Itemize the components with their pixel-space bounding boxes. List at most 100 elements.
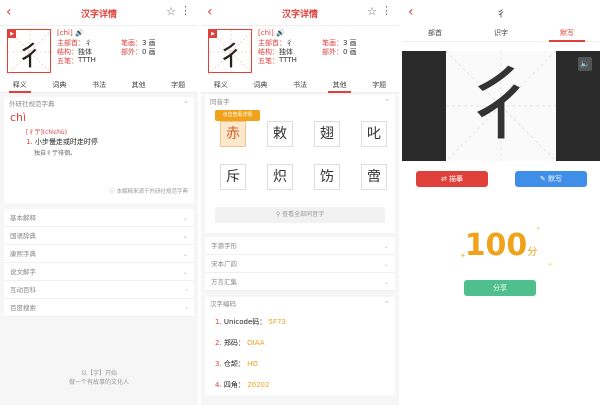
tab-quiz[interactable]: 字题 <box>359 78 399 92</box>
write-button[interactable]: ✎ 默写 <box>515 171 587 187</box>
tab-dictation[interactable]: 默写 <box>534 26 600 42</box>
code-head[interactable]: 汉字编码 ⌃ <box>205 297 395 311</box>
tab-dictionary[interactable]: 词典 <box>241 78 281 92</box>
homophone-item[interactable]: 饬 <box>314 164 340 190</box>
tab-quiz[interactable]: 字题 <box>158 78 198 92</box>
code-card: 汉字编码 ⌃ 1. Unicode码： 5F73 2. 郑码： OIAA 3. 仓… <box>205 297 395 395</box>
speaker-icon[interactable]: 🔊 <box>75 29 84 37</box>
share-button[interactable]: 分享 <box>464 280 536 296</box>
source-note: ⓘ 本解释来源于外研社规范字典 <box>109 187 188 195</box>
other-value: 0 画 <box>343 48 357 56</box>
star-icon[interactable]: ☆ <box>367 5 377 18</box>
dict-section-head[interactable]: 外研社规范字典 ⌃ <box>4 97 194 111</box>
tab-explanation[interactable]: 释义 <box>0 78 40 93</box>
homophone-item[interactable]: 叱 <box>361 121 387 147</box>
other-value: 0 画 <box>142 48 156 56</box>
strokes-value: 3 画 <box>142 39 156 47</box>
tab-calligraphy[interactable]: 书法 <box>79 78 119 92</box>
wubi-label: 五笔： <box>258 57 279 65</box>
tab-bar: 释义 词典 书法 其他 字题 <box>201 78 399 93</box>
code-label: 仓颉： <box>223 360 245 368</box>
writing-area[interactable]: 彳 🔈 <box>402 50 600 162</box>
code-row: 4. 四角： 20202 <box>215 380 395 401</box>
section-guoyu[interactable]: 国语辞典 ⌄ <box>4 227 194 245</box>
pinyin-text: [chì] <box>258 29 274 37</box>
section-kangxi[interactable]: 康熙字典 ⌄ <box>4 245 194 263</box>
definition: 小步慢走或时走时停 <box>34 138 98 146</box>
tab-other[interactable]: 其他 <box>119 78 159 92</box>
footer: 以【字】开始 做一个有故事的文化人 <box>0 368 198 386</box>
char-box[interactable]: 彳 ▶ <box>208 29 253 74</box>
example: 独自彳亍徘徊。 <box>34 150 77 157</box>
code-list: 1. Unicode码： 5F73 2. 郑码： OIAA 3. 仓颉： HO … <box>205 311 395 401</box>
radical-value: 彳 <box>286 39 293 47</box>
panel-dictation: ‹ 彳 部首 识字 默写 彳 🔈 ⇄ 描摹 ✎ 默写 100分 ✦ ✦ ✦ 分享 <box>402 0 600 405</box>
homophone-title: 同音字 <box>210 98 230 106</box>
source-text: 本解释来源于外研社规范字典 <box>116 189 188 195</box>
homophone-item[interactable]: 敕 <box>267 121 293 147</box>
more-icon[interactable]: ⋮ <box>180 4 191 17</box>
tab-learn[interactable]: 识字 <box>468 26 534 41</box>
speaker-icon[interactable]: 🔈 <box>578 57 592 71</box>
star-icon[interactable]: ☆ <box>166 5 176 18</box>
tab-explanation[interactable]: 释义 <box>201 78 241 92</box>
section-baidu[interactable]: 百度搜索 › <box>4 299 194 317</box>
tab-radical[interactable]: 部首 <box>402 26 468 41</box>
sparkle-icon: ✦ <box>548 262 553 268</box>
code-num: 4. <box>215 381 222 389</box>
code-row: 2. 郑码： OIAA <box>215 338 395 359</box>
top-bar: ‹ 彳 <box>402 0 600 26</box>
page-title-char: 彳 <box>496 10 506 20</box>
homophone-head[interactable]: 同音字 ⌃ <box>205 95 395 109</box>
section-dialect[interactable]: 方言汇集 ⌄ <box>205 273 395 291</box>
tab-other[interactable]: 其他 <box>320 78 360 93</box>
chevron-up-icon: ⌃ <box>384 300 390 308</box>
section-guangyun-label: 宋本广韵 <box>211 260 237 268</box>
chevron-down-icon: ⌄ <box>182 250 188 258</box>
section-kangxi-label: 康熙字典 <box>10 250 36 258</box>
homophone-item[interactable]: 啻 <box>361 164 387 190</box>
structure-label: 结构： <box>258 48 279 56</box>
tab-dictionary[interactable]: 词典 <box>40 78 80 92</box>
speaker-icon[interactable]: 🔊 <box>276 29 285 37</box>
score: 100分 <box>402 228 600 263</box>
chevron-down-icon: ⌄ <box>182 214 188 222</box>
tab-calligraphy[interactable]: 书法 <box>280 78 320 92</box>
section-shuowen[interactable]: 说文解字 ⌄ <box>4 263 194 281</box>
trace-label: 描摹 <box>449 175 464 183</box>
trace-button[interactable]: ⇄ 描摹 <box>416 171 488 187</box>
homophone-grid: 赤 敕 翅 叱 斥 炽 饬 啻 <box>205 109 395 190</box>
strokes-value: 3 画 <box>343 39 357 47</box>
chevron-down-icon: ⌄ <box>383 278 389 286</box>
play-icon[interactable]: ▶ <box>8 30 16 38</box>
homophone-item[interactable]: 炽 <box>267 164 293 190</box>
score-unit: 分 <box>527 247 538 258</box>
info-icon: ⓘ <box>109 189 115 195</box>
search-icon: ⚲ <box>275 211 281 218</box>
chevron-down-icon: ⌄ <box>182 232 188 240</box>
section-baike-label: 互动百科 <box>10 286 36 294</box>
section-baike[interactable]: 互动百科 › <box>4 281 194 299</box>
top-bar: ‹ 汉字详情 ☆ ⋮ <box>0 0 198 26</box>
char-box[interactable]: 彳 ▶ <box>7 29 52 74</box>
tab-bar: 释义 词典 书法 其他 字题 <box>0 78 198 93</box>
play-icon[interactable]: ▶ <box>209 30 217 38</box>
homophone-item[interactable]: 赤 <box>220 121 246 147</box>
more-icon[interactable]: ⋮ <box>381 4 392 17</box>
section-guangyun[interactable]: 宋本广韵 ⌄ <box>205 255 395 273</box>
homophone-item[interactable]: 翅 <box>314 121 340 147</box>
section-baidu-label: 百度搜索 <box>10 304 36 312</box>
radical-label: 主部首： <box>258 39 286 47</box>
tooltip: 点击查看详情 <box>215 110 260 121</box>
code-num: 1. <box>215 318 222 326</box>
panel-explanation: ‹ 汉字详情 ☆ ⋮ 彳 ▶ [chì] 🔊 主部首：彳 笔画：3 画 结构：独体… <box>0 0 198 405</box>
writing-grid[interactable]: 彳 <box>445 50 557 162</box>
code-value: 5F73 <box>268 318 286 326</box>
section-basic[interactable]: 基本解释 ⌄ <box>4 209 194 227</box>
section-glyph[interactable]: 字源字形 ⌄ <box>205 237 395 255</box>
homophone-item[interactable]: 斥 <box>220 164 246 190</box>
view-all-button[interactable]: ⚲ 查看全部同音字 <box>215 207 385 223</box>
chevron-up-icon: ⌃ <box>384 98 390 106</box>
footer-line-2: 做一个有故事的文化人 <box>68 379 129 386</box>
other-label: 部外： <box>121 48 142 56</box>
